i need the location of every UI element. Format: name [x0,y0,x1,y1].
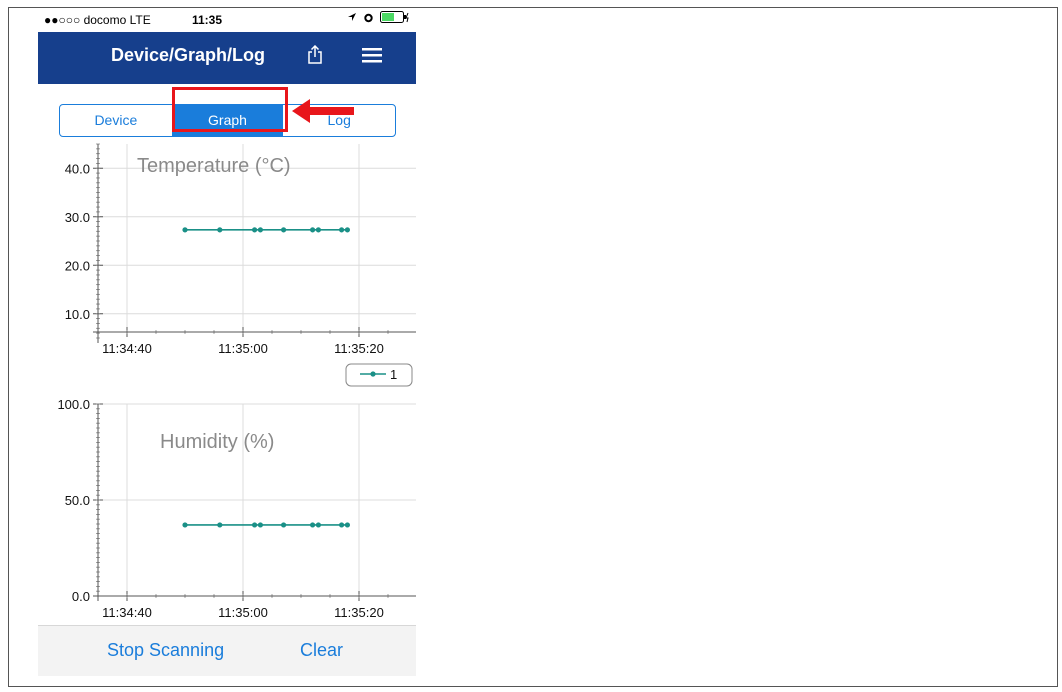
highlight-box [172,87,288,132]
data-point [252,522,258,528]
x-tick-label: 11:35:20 [334,341,384,356]
legend-marker [370,371,376,377]
chart-title: Temperature (°C) [137,155,291,177]
bottom-toolbar: Stop Scanning Clear [38,625,416,676]
data-point [339,522,345,528]
legend-box [345,363,413,387]
y-tick-label: 40.0 [65,161,90,176]
stop-scanning-button[interactable]: Stop Scanning [107,640,224,661]
x-tick-label: 11:34:40 [102,341,152,356]
data-point [339,227,345,233]
y-tick-label: 0.0 [72,589,90,604]
x-tick-label: 11:34:40 [102,605,152,620]
y-tick-label: 50.0 [65,493,90,508]
data-point [252,227,258,233]
data-point [310,227,316,233]
data-point [217,522,223,528]
data-point [182,227,188,233]
legend-label: 1 [390,367,397,382]
data-point [281,522,287,528]
clear-button[interactable]: Clear [300,640,343,661]
data-point [257,227,263,233]
data-point [217,227,223,233]
annotation-arrow-icon [292,99,354,123]
y-tick-label: 100.0 [57,397,90,412]
data-point [315,522,321,528]
x-tick-label: 11:35:00 [218,341,268,356]
data-point [281,227,287,233]
x-tick-label: 11:35:20 [334,605,384,620]
y-tick-label: 20.0 [65,258,90,273]
x-tick-label: 11:35:00 [218,605,268,620]
data-point [182,522,188,528]
data-point [315,227,321,233]
data-point [310,522,316,528]
y-tick-label: 30.0 [65,210,90,225]
data-point [344,227,350,233]
y-tick-label: 10.0 [65,307,90,322]
data-point [257,522,263,528]
chart-title: Humidity (%) [160,431,274,453]
data-point [344,522,350,528]
